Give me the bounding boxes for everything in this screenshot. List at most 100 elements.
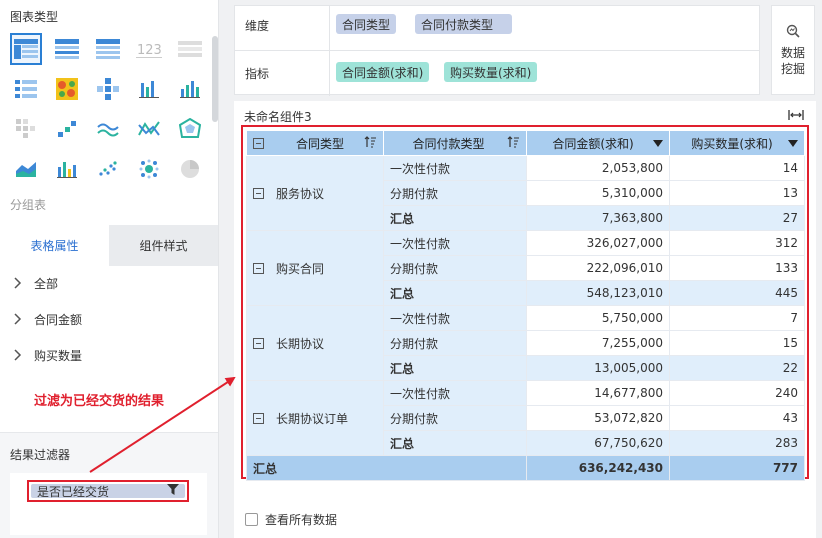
group-label: 服务协议 bbox=[276, 186, 325, 201]
result-filter-title: 结果过滤器 bbox=[10, 448, 71, 462]
table-row: 长期协议订单 一次性付款 14,677,800 240 bbox=[246, 380, 805, 456]
bubble-chart-icon[interactable] bbox=[133, 153, 165, 185]
field-config-panel: 维度 指标 合同类型 合同付款类型 合同金额(求和) 购买数量(求和) bbox=[234, 5, 760, 96]
collapse-icon[interactable] bbox=[253, 187, 264, 199]
subtotal-label: 汇总 bbox=[383, 205, 527, 231]
table-row: 服务协议 一次性付款 2,053,800 14 bbox=[246, 155, 805, 231]
property-tabs: 表格属性 组件样式 bbox=[0, 225, 218, 266]
column-chart-icon[interactable] bbox=[174, 73, 206, 105]
filter-chip[interactable]: 是否已经交货 bbox=[31, 484, 185, 499]
group-table-label: 分组表 bbox=[10, 198, 47, 212]
multi-table-icon[interactable] bbox=[92, 73, 124, 105]
sort-icon[interactable] bbox=[364, 135, 377, 151]
dropdown-icon[interactable] bbox=[788, 136, 798, 150]
grand-total-amount: 636,242,430 bbox=[526, 455, 670, 481]
data-mining-button[interactable]: 数据挖掘 bbox=[771, 5, 815, 95]
collapse-icon[interactable] bbox=[253, 412, 264, 424]
qty-cell: 43 bbox=[669, 405, 805, 431]
group-cell[interactable]: 长期协议 bbox=[246, 305, 384, 381]
header-label: 合同付款类型 bbox=[412, 136, 485, 151]
property-item-contract-amount[interactable]: 合同金额 bbox=[14, 309, 82, 329]
payment-type-cell: 一次性付款 bbox=[383, 230, 527, 256]
line-chart-icon[interactable] bbox=[92, 113, 124, 145]
pivot-table: 合同类型 合同付款类型 合同金额(求和) 购买数量(求和) 服务协议 一次性付款… bbox=[246, 130, 805, 481]
property-label: 购买数量 bbox=[34, 348, 83, 363]
pie-chart-icon[interactable] bbox=[174, 153, 206, 185]
tab-component-style[interactable]: 组件样式 bbox=[109, 225, 218, 266]
amount-cell: 7,255,000 bbox=[526, 330, 670, 356]
tab-table-properties[interactable]: 表格属性 bbox=[0, 225, 109, 266]
group-table-icon[interactable] bbox=[51, 33, 83, 65]
widget-title: 未命名组件3 bbox=[244, 110, 312, 124]
payment-type-cell: 分期付款 bbox=[383, 255, 527, 281]
chart-type-scrollbar[interactable] bbox=[212, 36, 218, 122]
cross-table-icon[interactable] bbox=[10, 33, 42, 65]
radar-line-icon[interactable] bbox=[133, 113, 165, 145]
property-item-purchase-qty[interactable]: 购买数量 bbox=[14, 345, 82, 365]
collapse-icon[interactable] bbox=[253, 262, 264, 274]
qty-cell: 133 bbox=[669, 255, 805, 281]
heatmap-icon[interactable] bbox=[51, 73, 83, 105]
bar-chart-icon[interactable] bbox=[133, 73, 165, 105]
data-mining-label: 数据挖掘 bbox=[780, 45, 805, 76]
collapse-icon[interactable] bbox=[253, 337, 264, 349]
payment-type-cell: 一次性付款 bbox=[383, 305, 527, 331]
amount-cell: 7,363,800 bbox=[526, 205, 670, 231]
qty-cell: 283 bbox=[669, 430, 805, 456]
payment-type-cell: 一次性付款 bbox=[383, 380, 527, 406]
payment-type-cell: 分期付款 bbox=[383, 405, 527, 431]
filter-icon[interactable] bbox=[167, 484, 179, 498]
dimension-chip-payment-type[interactable]: 合同付款类型 bbox=[415, 14, 512, 34]
group-cell[interactable]: 长期协议订单 bbox=[246, 380, 384, 456]
svg-text:123: 123 bbox=[137, 43, 162, 58]
group-cell[interactable]: 服务协议 bbox=[246, 155, 384, 231]
qty-cell: 14 bbox=[669, 155, 805, 181]
header-label: 合同金额(求和) bbox=[552, 136, 634, 151]
group-label: 长期协议 bbox=[276, 336, 325, 351]
header-payment-type[interactable]: 合同付款类型 bbox=[383, 130, 527, 156]
header-contract-amount[interactable]: 合同金额(求和) bbox=[526, 130, 670, 156]
combo-chart-icon[interactable] bbox=[51, 153, 83, 185]
metric-chip-purchase-qty[interactable]: 购买数量(求和) bbox=[444, 62, 538, 82]
filter-chip-label: 是否已经交货 bbox=[37, 484, 110, 499]
chart-type-title: 图表类型 bbox=[10, 10, 59, 24]
amount-cell: 326,027,000 bbox=[526, 230, 670, 256]
dimension-label: 维度 bbox=[245, 19, 270, 33]
header-label: 合同类型 bbox=[295, 136, 344, 151]
header-purchase-qty[interactable]: 购买数量(求和) bbox=[669, 130, 805, 156]
header-contract-type[interactable]: 合同类型 bbox=[246, 130, 384, 156]
qty-cell: 13 bbox=[669, 180, 805, 206]
view-all-data-toggle[interactable]: 查看所有数据 bbox=[245, 511, 337, 528]
grand-total-row: 汇总 636,242,430 777 bbox=[246, 455, 805, 481]
collapse-icon[interactable] bbox=[253, 137, 264, 149]
dimension-chip-contract-type[interactable]: 合同类型 bbox=[336, 14, 397, 34]
detail-table-icon[interactable] bbox=[92, 33, 124, 65]
radar-chart-icon[interactable] bbox=[174, 113, 206, 145]
list-table-icon[interactable] bbox=[174, 33, 206, 65]
stair-chart-icon[interactable] bbox=[51, 113, 83, 145]
dot-grid-icon[interactable] bbox=[10, 113, 42, 145]
kpi-number-icon[interactable]: 123 bbox=[133, 33, 165, 65]
payment-type-cell: 一次性付款 bbox=[383, 155, 527, 181]
sort-icon[interactable] bbox=[507, 135, 520, 151]
scatter-chart-icon[interactable] bbox=[92, 153, 124, 185]
table-header-row: 合同类型 合同付款类型 合同金额(求和) 购买数量(求和) bbox=[246, 130, 805, 156]
dropdown-icon[interactable] bbox=[653, 136, 663, 150]
amount-cell: 5,750,000 bbox=[526, 305, 670, 331]
widget-canvas: 未命名组件3 合同类型 合同付款类型 合同金额(求和) 购买数量(求和) 服务协… bbox=[234, 101, 816, 538]
amount-cell: 53,072,820 bbox=[526, 405, 670, 431]
divider bbox=[329, 6, 330, 96]
view-all-checkbox[interactable] bbox=[245, 513, 258, 526]
list-chart-icon[interactable] bbox=[10, 73, 42, 105]
chevron-right-icon bbox=[14, 349, 28, 361]
property-item-all[interactable]: 全部 bbox=[14, 273, 58, 293]
group-cell[interactable]: 购买合同 bbox=[246, 230, 384, 306]
qty-cell: 445 bbox=[669, 280, 805, 306]
divider bbox=[235, 50, 759, 51]
view-all-label: 查看所有数据 bbox=[265, 513, 338, 527]
grand-total-qty: 777 bbox=[669, 455, 805, 481]
expand-width-icon[interactable] bbox=[788, 109, 804, 123]
area-chart-icon[interactable] bbox=[10, 153, 42, 185]
subtotal-label: 汇总 bbox=[383, 430, 527, 456]
metric-chip-contract-amount[interactable]: 合同金额(求和) bbox=[336, 62, 430, 82]
